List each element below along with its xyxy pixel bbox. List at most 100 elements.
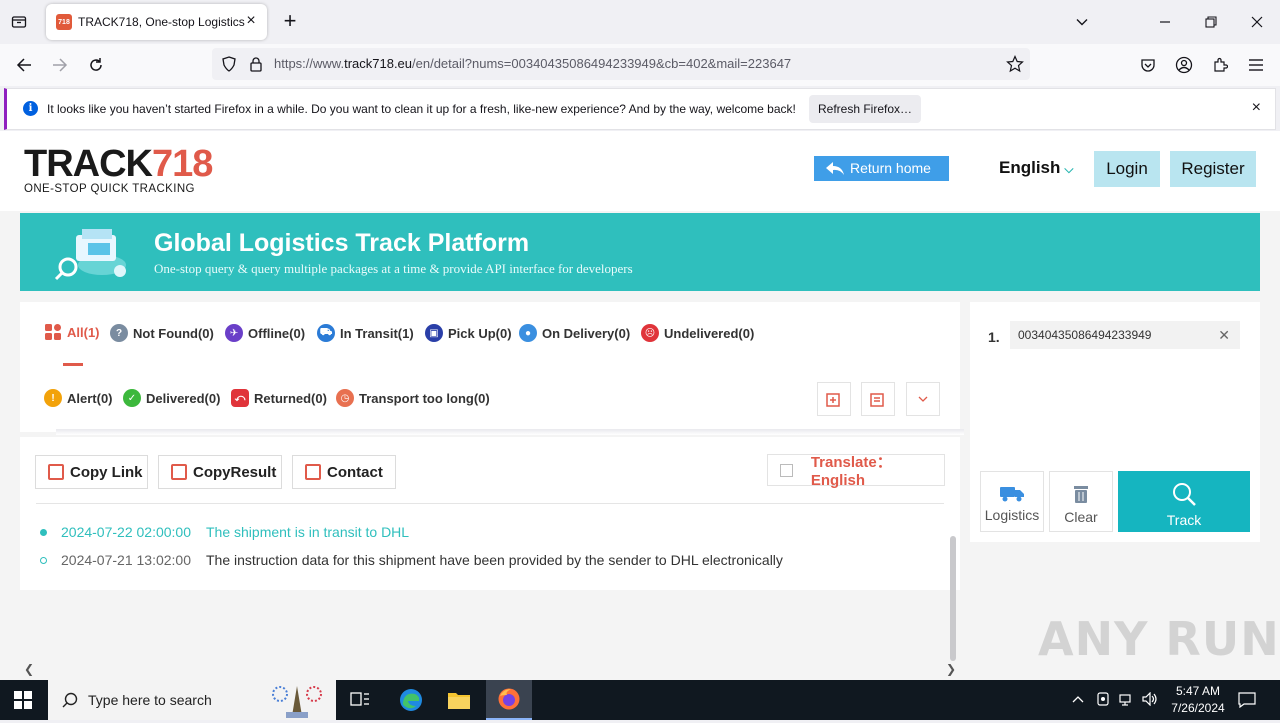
tracking-number-value: 00340435086494233949: [1018, 328, 1152, 342]
login-button[interactable]: Login: [1094, 151, 1160, 187]
file-explorer-icon[interactable]: [444, 686, 474, 714]
expand-chevron-icon[interactable]: [906, 382, 940, 416]
contact-label: Contact: [327, 463, 383, 481]
notifications-icon[interactable]: [1238, 692, 1256, 711]
filter-label: On Delivery(0): [542, 325, 631, 341]
site-logo[interactable]: TRACK718 ONE-STOP QUICK TRACKING: [24, 143, 213, 195]
tracking-input-panel: 1. 00340435086494233949 ✕ Logistics Clea…: [970, 302, 1260, 542]
return-arrow-icon: [824, 156, 846, 187]
tab-close-icon[interactable]: ×: [243, 13, 259, 29]
browser-nav-bar: https://www.track718.eu/en/detail?nums=0…: [0, 44, 1280, 86]
filter-undelivered[interactable]: ☹ Undelivered(0): [641, 324, 754, 342]
tracking-event: 2024-07-21 13:02:00 The instruction data…: [38, 552, 783, 568]
event-description: The shipment is in transit to DHL: [206, 524, 410, 540]
tab-favicon: 718: [56, 14, 72, 30]
watermark-logo: ANY RUN: [1038, 612, 1280, 666]
account-icon[interactable]: [1173, 54, 1195, 76]
return-home-button[interactable]: Return home: [814, 156, 949, 181]
show-hidden-icons-chevron-icon[interactable]: [1072, 692, 1084, 707]
filter-returned[interactable]: ⤺ Returned(0): [231, 389, 327, 407]
taskbar-search[interactable]: Type here to search: [48, 680, 336, 720]
language-label: English: [999, 158, 1061, 177]
language-select[interactable]: English ⌵: [999, 158, 1074, 178]
filter-label: Transport too long(0): [359, 390, 490, 406]
filter-in-transit[interactable]: ⛟ In Transit(1): [317, 324, 414, 342]
translate-checkbox[interactable]: [780, 463, 793, 477]
extensions-icon[interactable]: [1209, 54, 1231, 76]
security-tray-icon[interactable]: [1096, 692, 1110, 709]
browser-tab[interactable]: 718 TRACK718, One-stop Logistics T ×: [46, 4, 267, 40]
filter-offline[interactable]: ✈ Offline(0): [225, 324, 305, 342]
filter-label: Returned(0): [254, 390, 327, 406]
tab-list-icon[interactable]: [9, 12, 29, 32]
tab-overflow-chevron-icon[interactable]: [1072, 12, 1092, 32]
refresh-firefox-notification: i It looks like you haven’t started Fire…: [4, 88, 1276, 130]
reload-icon[interactable]: [84, 54, 108, 76]
copy-link-button[interactable]: Copy Link: [35, 455, 148, 489]
tracking-number-entry[interactable]: 00340435086494233949 ✕: [1010, 321, 1240, 349]
contact-button[interactable]: Contact: [292, 455, 396, 489]
register-button[interactable]: Register: [1170, 151, 1256, 187]
clock-date: 7/26/2024: [1171, 701, 1225, 715]
firefox-icon: [497, 687, 521, 716]
taskbar-clock[interactable]: 5:47 AM 7/26/2024: [1160, 683, 1236, 717]
logo-wordmark: TRACK718: [24, 143, 213, 185]
search-highlight-illustration-icon: [266, 682, 328, 718]
firefox-taskbar-button[interactable]: [486, 680, 532, 720]
new-tab-icon[interactable]: +: [280, 10, 300, 34]
hero-banner: Global Logistics Track Platform One-stop…: [20, 213, 1260, 291]
notification-close-icon[interactable]: ×: [1252, 99, 1261, 117]
minimize-icon[interactable]: [1155, 12, 1175, 32]
horizontal-scrollbar[interactable]: ❮ ❯: [20, 661, 960, 677]
filter-on-delivery[interactable]: ● On Delivery(0): [519, 324, 630, 342]
forward-icon[interactable]: [48, 54, 72, 76]
filter-delivered[interactable]: ✓ Delivered(0): [123, 389, 220, 407]
refresh-firefox-button[interactable]: Refresh Firefox…: [809, 95, 921, 123]
track-button[interactable]: Track: [1118, 471, 1250, 532]
banner-subtitle: One-stop query & query multiple packages…: [154, 261, 633, 276]
search-icon: [62, 692, 78, 712]
restore-icon[interactable]: [1201, 12, 1221, 32]
pocket-icon[interactable]: [1137, 54, 1159, 76]
event-time: 2024-07-22 02:00:00: [61, 524, 191, 540]
chevron-down-icon: ⌵: [1064, 162, 1074, 176]
network-icon[interactable]: [1119, 692, 1135, 709]
scroll-right-icon[interactable]: ❯: [946, 662, 956, 676]
logo-track: TRACK: [24, 143, 153, 185]
scroll-left-icon[interactable]: ❮: [24, 662, 34, 676]
clear-button[interactable]: Clear: [1049, 471, 1113, 532]
url-bar[interactable]: https://www.track718.eu/en/detail?nums=0…: [212, 48, 1030, 80]
clock-time: 5:47 AM: [1175, 684, 1221, 698]
filter-alert[interactable]: ! Alert(0): [44, 389, 113, 407]
url-text[interactable]: https://www.track718.eu/en/detail?nums=0…: [274, 56, 791, 71]
copy-result-button[interactable]: CopyResult: [158, 455, 282, 489]
lock-icon[interactable]: [249, 56, 263, 77]
task-view-icon[interactable]: [345, 686, 375, 714]
tracking-protection-shield-icon[interactable]: [221, 56, 237, 77]
add-copy-icon[interactable]: [817, 382, 851, 416]
filter-pick-up[interactable]: ▣ Pick Up(0): [425, 324, 512, 342]
filter-all[interactable]: All(1): [45, 324, 100, 341]
filter-label: All(1): [67, 325, 100, 340]
browser-tab-bar: 718 TRACK718, One-stop Logistics T × +: [0, 0, 1280, 44]
filter-not-found[interactable]: ? Not Found(0): [110, 324, 214, 342]
back-icon[interactable]: [12, 54, 36, 76]
vertical-scrollbar[interactable]: [950, 536, 956, 661]
in-transit-icon: ⛟: [317, 324, 335, 342]
timeline-dot: [40, 528, 47, 536]
windows-taskbar: Type here to search 5:47 AM 7/26/2024: [0, 680, 1280, 720]
filter-transport-too-long[interactable]: ◷ Transport too long(0): [336, 389, 490, 407]
edge-browser-icon[interactable]: [396, 686, 426, 714]
volume-icon[interactable]: [1142, 691, 1158, 709]
remove-number-icon[interactable]: ✕: [1218, 321, 1230, 349]
tracking-number-index: 1.: [988, 329, 1000, 345]
logistics-illustration-icon: [54, 221, 134, 283]
menu-hamburger-icon[interactable]: [1245, 54, 1267, 76]
logistics-button[interactable]: Logistics: [980, 471, 1044, 532]
window-close-icon[interactable]: [1247, 12, 1267, 32]
bookmark-star-icon[interactable]: [1006, 55, 1024, 78]
offline-icon: ✈: [225, 324, 243, 342]
copy-list-icon[interactable]: [861, 382, 895, 416]
translate-toggle[interactable]: Translate：English: [767, 454, 945, 489]
windows-start-icon[interactable]: [14, 691, 32, 709]
